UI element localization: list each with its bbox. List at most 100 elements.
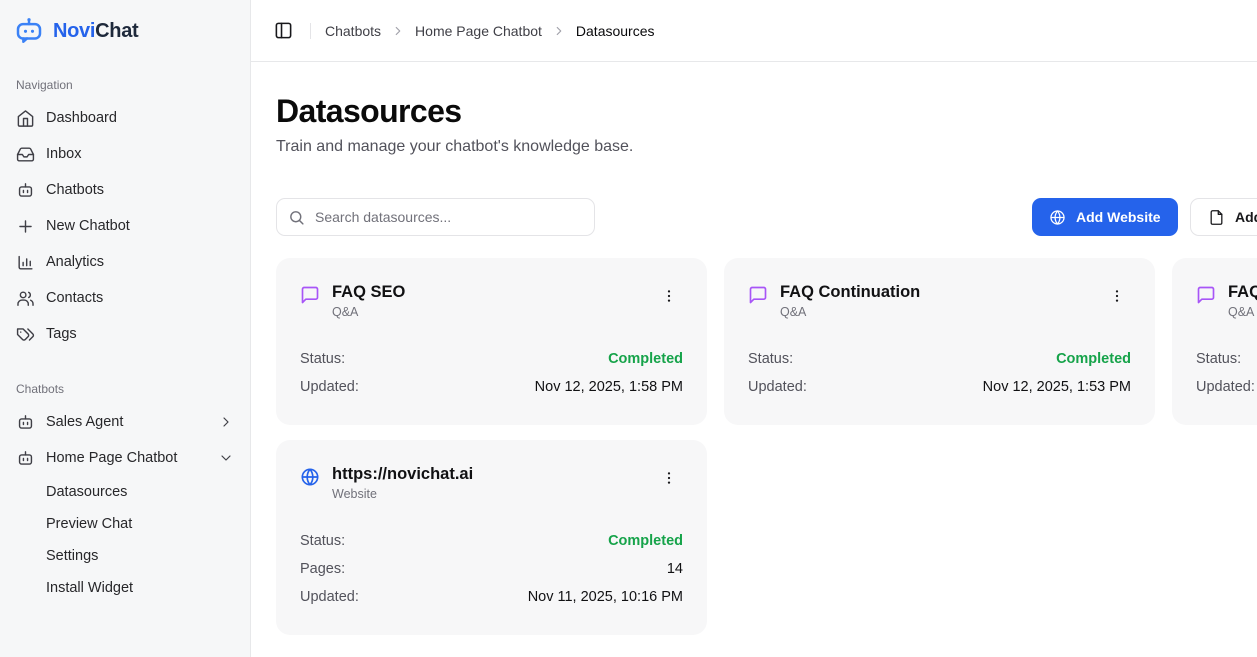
status-label: Status:: [748, 351, 793, 367]
status-row: Status:: [1196, 345, 1257, 373]
globe-icon: [1049, 209, 1066, 226]
card-meta: Status: Completed Updated: Nov 12, 2025,…: [748, 345, 1131, 401]
sidebar-item-sales-agent[interactable]: Sales Agent: [10, 404, 240, 440]
add-website-button[interactable]: Add Website: [1032, 198, 1178, 236]
status-row: Status: Completed: [300, 527, 683, 555]
toolbar: Add Website Add: [276, 198, 1257, 236]
pages-row: Pages: 14: [300, 555, 683, 583]
file-text-icon: [1208, 209, 1225, 226]
topbar-divider: [310, 23, 311, 39]
chat-bubble-icon: [1196, 285, 1216, 305]
search-wrap: [276, 198, 595, 236]
kebab-menu-icon: [661, 288, 677, 304]
card-titles: https://novichat.ai Website: [332, 464, 473, 501]
sidebar-item-label: Sales Agent: [46, 414, 123, 430]
card-meta: Status: Completed Pages: 14 Updated: Nov…: [300, 527, 683, 611]
chevron-right-icon: [552, 24, 566, 38]
kebab-menu-icon: [1109, 288, 1125, 304]
search-input[interactable]: [276, 198, 595, 236]
sidebar-item-label: Tags: [46, 326, 77, 342]
card-titles: FAQ SEO Q&A: [332, 282, 405, 319]
status-label: Status:: [1196, 351, 1241, 367]
card-header: FAQ SEO Q&A: [300, 282, 683, 319]
card-type: Q&A: [1228, 305, 1257, 319]
updated-row: Updated: Nov 12, 2025, 1:53 PM: [748, 373, 1131, 401]
status-label: Status:: [300, 351, 345, 367]
page-title: Datasources: [276, 93, 1257, 130]
updated-row: Updated:: [1196, 373, 1257, 401]
sidebar-toggle-button[interactable]: [268, 16, 298, 46]
card-menu-button[interactable]: [655, 464, 683, 492]
inbox-icon: [16, 145, 35, 164]
bot-icon: [16, 181, 35, 200]
sidebar-item-analytics[interactable]: Analytics: [10, 244, 240, 280]
card-type: Q&A: [332, 305, 405, 319]
chevron-right-icon: [218, 414, 234, 430]
kebab-menu-icon: [661, 470, 677, 486]
bot-icon: [16, 413, 35, 432]
brand-name: NoviChat: [53, 20, 138, 43]
datasource-card-faq[interactable]: FAQ Q&A Status: Updated:: [1172, 258, 1257, 425]
globe-icon: [300, 467, 320, 487]
main-area: Chatbots Home Page Chatbot Datasources D…: [251, 0, 1257, 657]
add-document-button[interactable]: Add: [1190, 198, 1257, 236]
sidebar-section-chatbots: Chatbots: [10, 382, 240, 396]
card-title: FAQ SEO: [332, 282, 405, 302]
card-title: FAQ Continuation: [780, 282, 920, 302]
sidebar-item-new-chatbot[interactable]: New Chatbot: [10, 208, 240, 244]
status-badge: Completed: [1056, 351, 1131, 367]
sidebar-item-label: Home Page Chatbot: [46, 450, 177, 466]
status-row: Status: Completed: [748, 345, 1131, 373]
breadcrumb-home-page-chatbot[interactable]: Home Page Chatbot: [415, 23, 542, 39]
chevron-down-icon: [218, 450, 234, 466]
card-header: FAQ Q&A: [1196, 282, 1257, 319]
sidebar-item-label: New Chatbot: [46, 218, 130, 234]
breadcrumb: Chatbots Home Page Chatbot Datasources: [325, 23, 655, 39]
sidebar-item-label: Contacts: [46, 290, 103, 306]
breadcrumb-datasources: Datasources: [576, 23, 655, 39]
card-header: https://novichat.ai Website: [300, 464, 683, 501]
sidebar-subitem-preview-chat[interactable]: Preview Chat: [10, 508, 240, 540]
breadcrumb-chatbots[interactable]: Chatbots: [325, 23, 381, 39]
updated-row: Updated: Nov 12, 2025, 1:58 PM: [300, 373, 683, 401]
sidebar-item-dashboard[interactable]: Dashboard: [10, 100, 240, 136]
brand-logo[interactable]: NoviChat: [10, 14, 240, 48]
card-menu-button[interactable]: [655, 282, 683, 310]
sidebar-subitem-settings[interactable]: Settings: [10, 540, 240, 572]
tags-icon: [16, 325, 35, 344]
sidebar-section-navigation: Navigation: [10, 78, 240, 92]
bot-icon: [16, 449, 35, 468]
card-header: FAQ Continuation Q&A: [748, 282, 1131, 319]
topbar: Chatbots Home Page Chatbot Datasources: [251, 0, 1257, 62]
sidebar-subitem-label: Preview Chat: [46, 516, 132, 532]
sidebar-item-home-page-chatbot[interactable]: Home Page Chatbot: [10, 440, 240, 476]
chat-bubble-icon: [300, 285, 320, 305]
sidebar-item-label: Chatbots: [46, 182, 104, 198]
datasource-card-faq-continuation[interactable]: FAQ Continuation Q&A Status: Completed U…: [724, 258, 1155, 425]
updated-value: Nov 12, 2025, 1:53 PM: [983, 379, 1131, 395]
sidebar-item-inbox[interactable]: Inbox: [10, 136, 240, 172]
sidebar-item-contacts[interactable]: Contacts: [10, 280, 240, 316]
sidebar-subitem-datasources[interactable]: Datasources: [10, 476, 240, 508]
sidebar-item-label: Inbox: [46, 146, 81, 162]
chat-bubble-icon: [748, 285, 768, 305]
updated-value: Nov 11, 2025, 10:16 PM: [528, 589, 683, 605]
datasource-card-faq-seo[interactable]: FAQ SEO Q&A Status: Completed Updated: N…: [276, 258, 707, 425]
sidebar: NoviChat Navigation Dashboard Inbox Chat…: [0, 0, 251, 657]
page-subtitle: Train and manage your chatbot's knowledg…: [276, 138, 1257, 156]
card-title: https://novichat.ai: [332, 464, 473, 484]
sidebar-item-label: Dashboard: [46, 110, 117, 126]
status-label: Status:: [300, 533, 345, 549]
bar-chart-icon: [16, 253, 35, 272]
sidebar-subitem-install-widget[interactable]: Install Widget: [10, 572, 240, 604]
updated-label: Updated:: [300, 589, 359, 605]
datasource-card-novichat-website[interactable]: https://novichat.ai Website Status: Comp…: [276, 440, 707, 635]
card-title: FAQ: [1228, 282, 1257, 302]
sidebar-subitem-label: Install Widget: [46, 580, 133, 596]
plus-icon: [16, 217, 35, 236]
sidebar-item-chatbots[interactable]: Chatbots: [10, 172, 240, 208]
sidebar-item-tags[interactable]: Tags: [10, 316, 240, 352]
card-type: Q&A: [780, 305, 920, 319]
card-menu-button[interactable]: [1103, 282, 1131, 310]
sidebar-subitem-label: Settings: [46, 548, 98, 564]
